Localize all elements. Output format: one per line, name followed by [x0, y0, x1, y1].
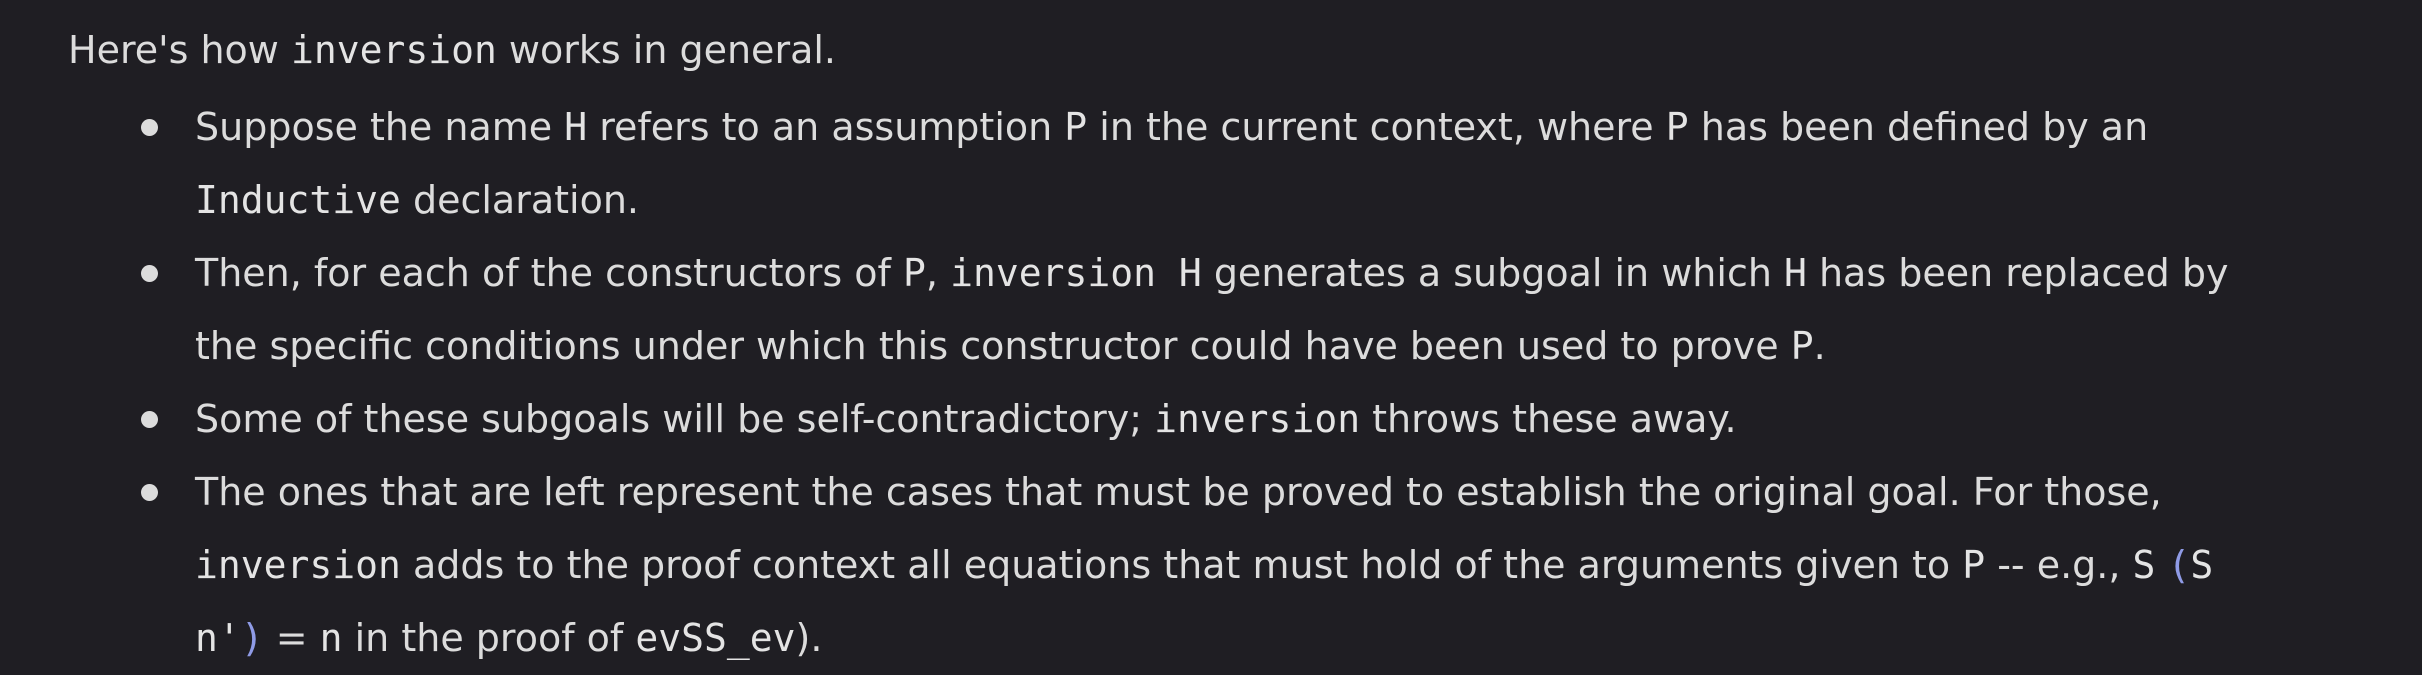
text-span: ,	[925, 251, 951, 295]
inline-code: P	[1962, 543, 1986, 587]
list-item: Some of these subgoals will be self-cont…	[141, 383, 2408, 456]
inline-code: n'	[195, 616, 241, 660]
list-item: Then, for each of the constructors of P,…	[141, 237, 2408, 383]
text-span: declaration.	[400, 178, 639, 222]
inline-code: H	[1784, 251, 1807, 295]
text-span: .	[1813, 324, 1826, 368]
inline-code-inversion: inversion	[290, 28, 497, 72]
text-span: -- e.g.,	[1985, 543, 2133, 587]
inline-code: inversion	[1154, 397, 1361, 441]
list-item-line: n') = n in the proof of evSS_ev).	[195, 602, 2408, 675]
inline-code: S	[2132, 543, 2156, 587]
inline-code: inversion	[195, 543, 401, 587]
list-item-line: Some of these subgoals will be self-cont…	[195, 383, 2408, 456]
bullet-icon	[141, 484, 158, 501]
text-span: Suppose the name	[195, 105, 565, 149]
bullet-icon	[141, 119, 158, 136]
text-span: adds to the proof context all equations …	[400, 543, 1963, 587]
inline-code: inversion H	[950, 251, 1202, 295]
text-span: throws these away.	[1360, 397, 1737, 441]
text-span: in the proof of	[342, 616, 636, 660]
inline-code-paren: (	[2167, 543, 2191, 587]
list-item-line: Inductive declaration.	[195, 164, 2408, 237]
text-span: has been defined by an	[1688, 105, 2149, 149]
bullet-icon	[141, 411, 158, 428]
text-span: Then, for each of the constructors of	[195, 251, 903, 295]
intro-text-pre: Here's how	[68, 28, 291, 72]
inline-code: S	[2190, 543, 2214, 587]
bullet-icon	[141, 265, 158, 282]
intro-text-post: works in general.	[496, 28, 836, 72]
text-span: Some of these subgoals will be self-cont…	[195, 397, 1155, 441]
inline-code: P	[1790, 324, 1814, 368]
document-body: Here's how inversion works in general. S…	[68, 20, 2408, 675]
inline-code: P	[1665, 105, 1689, 149]
inline-code: Inductive	[195, 178, 401, 222]
bullet-list: Suppose the name H refers to an assumpti…	[68, 91, 2408, 675]
inline-code: P	[1064, 105, 1088, 149]
list-item: Suppose the name H refers to an assumpti…	[141, 91, 2408, 237]
text-span: The ones that are left represent the cas…	[195, 470, 2162, 514]
list-item-line: Then, for each of the constructors of P,…	[195, 237, 2408, 310]
list-item-line: Suppose the name H refers to an assumpti…	[195, 91, 2408, 164]
intro-paragraph: Here's how inversion works in general.	[68, 20, 2408, 80]
text-span: the specific conditions under which this…	[195, 324, 1791, 368]
inline-code: H	[564, 105, 588, 149]
text-span: =	[263, 616, 320, 660]
inline-code: evSS_ev	[635, 616, 796, 660]
text-span: has been replaced by	[1806, 251, 2229, 295]
text-span: in the current context, where	[1087, 105, 1666, 149]
text-span: generates a subgoal in which	[1201, 251, 1784, 295]
text-span: refers to an assumption	[587, 105, 1065, 149]
list-item-line: the specific conditions under which this…	[195, 310, 2408, 383]
inline-code: n	[319, 616, 343, 660]
list-item-line: The ones that are left represent the cas…	[195, 456, 2408, 529]
list-item-line: inversion adds to the proof context all …	[195, 529, 2408, 602]
text-span: ).	[795, 616, 823, 660]
list-item: The ones that are left represent the cas…	[141, 456, 2408, 675]
inline-code: P	[903, 251, 926, 295]
inline-code-paren: )	[240, 616, 264, 660]
